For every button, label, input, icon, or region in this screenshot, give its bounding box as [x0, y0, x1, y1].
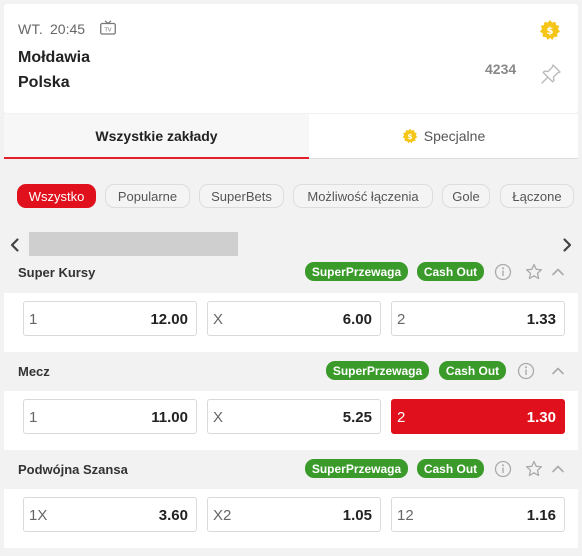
- odd-label: 1: [29, 409, 38, 426]
- odd-button-12[interactable]: 12 1.16: [391, 497, 565, 532]
- cash-out-badge: Cash Out: [417, 459, 484, 478]
- odd-value: 6.00: [342, 311, 372, 328]
- markets-count[interactable]: 4234: [485, 61, 516, 77]
- odd-value: 1.33: [526, 311, 556, 328]
- odds-row-podwojna-szansa: 1X 3.60 X2 1.05 12 1.16: [4, 489, 578, 548]
- market-title: Super Kursy: [18, 265, 96, 280]
- info-icon[interactable]: [517, 362, 535, 380]
- info-icon[interactable]: [494, 263, 512, 281]
- tab-all-bets[interactable]: Wszystkie zakłady: [4, 114, 309, 159]
- filter-chip-goals[interactable]: Gole: [442, 184, 490, 208]
- pin-icon[interactable]: [540, 63, 562, 85]
- odd-value: 1.30: [526, 409, 556, 426]
- chevron-right-icon[interactable]: [558, 236, 576, 254]
- tab-special[interactable]: $ Specjalne: [309, 114, 578, 159]
- coin-icon[interactable]: $: [539, 19, 561, 41]
- odd-label: 1: [29, 311, 38, 328]
- superprzewaga-badge: SuperPrzewaga: [326, 361, 429, 380]
- odd-label: X: [213, 409, 224, 426]
- tab-special-label: Specjalne: [423, 128, 486, 144]
- odd-label: X: [213, 311, 224, 328]
- odd-button-2[interactable]: 2 1.33: [391, 301, 565, 336]
- bet-tabs: Wszystkie zakłady $ Specjalne: [4, 114, 578, 159]
- odd-label: 12: [397, 507, 414, 524]
- odd-label: 1X: [29, 507, 48, 524]
- odd-button-1x[interactable]: 1X 3.60: [23, 497, 197, 532]
- odd-value: 1.05: [342, 507, 372, 524]
- star-icon[interactable]: [525, 460, 543, 478]
- market-header-mecz[interactable]: Mecz SuperPrzewaga Cash Out: [4, 355, 578, 387]
- odd-label: X2: [213, 507, 232, 524]
- filter-chip-popular[interactable]: Popularne: [105, 184, 190, 208]
- tab-all-bets-label: Wszystkie zakłady: [95, 127, 218, 144]
- market-header-super-kursy[interactable]: Super Kursy SuperPrzewaga Cash Out: [4, 256, 578, 288]
- event-time: 20:45: [50, 21, 86, 37]
- odd-value: 1.16: [526, 507, 556, 524]
- odd-value: 5.25: [342, 409, 372, 426]
- tv-icon: TV: [100, 20, 116, 35]
- odds-row-mecz: 1 11.00 X 5.25 2 1.30: [4, 391, 578, 450]
- team-away: Polska: [18, 74, 70, 91]
- filter-chip-superbets[interactable]: SuperBets: [199, 184, 284, 208]
- svg-text:$: $: [547, 26, 554, 37]
- market-title: Podwójna Szansa: [18, 462, 128, 477]
- scrollbar-thumb[interactable]: [29, 232, 238, 258]
- odd-label: 2: [397, 311, 406, 328]
- filter-chip-all[interactable]: Wszystko: [17, 184, 96, 208]
- chevron-up-icon[interactable]: [549, 460, 567, 478]
- odd-button-1[interactable]: 1 11.00: [23, 399, 197, 434]
- svg-text:TV: TV: [103, 28, 111, 34]
- event-card: WT. 20:45 TV Mołdawia Polska $ 4234: [4, 4, 578, 113]
- market-title: Mecz: [18, 364, 50, 379]
- odd-button-2-selected[interactable]: 2 1.30: [391, 399, 565, 434]
- cash-out-badge: Cash Out: [417, 262, 484, 281]
- chevron-left-icon[interactable]: [6, 236, 24, 254]
- odd-value: 3.60: [158, 507, 188, 524]
- odd-button-x2[interactable]: X2 1.05: [207, 497, 381, 532]
- filter-chip-combinable[interactable]: Możliwość łączenia: [293, 184, 433, 208]
- event-day: WT.: [18, 21, 44, 37]
- odd-button-x[interactable]: X 5.25: [207, 399, 381, 434]
- odd-value: 11.00: [151, 409, 188, 426]
- svg-text:$: $: [407, 132, 412, 141]
- odds-row-super-kursy: 1 12.00 X 6.00 2 1.33: [4, 293, 578, 352]
- superprzewaga-badge: SuperPrzewaga: [305, 459, 408, 478]
- chevron-up-icon[interactable]: [549, 263, 567, 281]
- odd-value: 12.00: [150, 311, 188, 328]
- chevron-up-icon[interactable]: [549, 362, 567, 380]
- info-icon[interactable]: [494, 460, 512, 478]
- star-icon[interactable]: [525, 263, 543, 281]
- odd-button-1[interactable]: 1 12.00: [23, 301, 197, 336]
- cash-out-badge: Cash Out: [439, 361, 506, 380]
- superprzewaga-badge: SuperPrzewaga: [305, 262, 408, 281]
- market-header-podwojna-szansa[interactable]: Podwójna Szansa SuperPrzewaga Cash Out: [4, 453, 578, 485]
- filter-chip-combined[interactable]: Łączone: [500, 184, 574, 208]
- coin-icon: $: [402, 128, 418, 144]
- odd-label: 2: [397, 409, 406, 426]
- team-home: Mołdawia: [18, 49, 91, 66]
- filter-chips: Wszystko Popularne SuperBets Możliwość ł…: [0, 184, 582, 208]
- filter-scrollbar[interactable]: [0, 232, 582, 258]
- odd-button-x[interactable]: X 6.00: [207, 301, 381, 336]
